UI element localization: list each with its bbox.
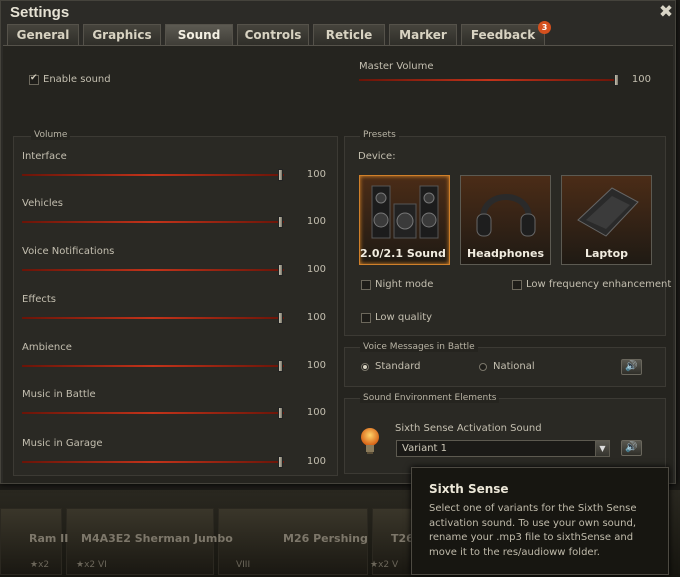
music-in-battle-value: 100 [306, 407, 326, 418]
tooltip-body: Select one of variants for the Sixth Sen… [429, 503, 637, 558]
sound-environment-group [344, 398, 666, 474]
effects-slider-handle[interactable] [278, 312, 283, 324]
window-title: Settings [10, 4, 70, 21]
settings-window: Settings ✖ General Graphics Sound Contro… [0, 0, 676, 484]
speaker-icon: 🔊 [625, 442, 638, 453]
voice-standard-radio[interactable] [361, 363, 369, 371]
music-in-battle-slider[interactable] [22, 412, 284, 414]
sound-environment-title: Sound Environment Elements [360, 393, 500, 403]
interface-label: Interface [22, 151, 67, 162]
voice-national-radio[interactable] [479, 363, 487, 371]
effects-slider[interactable] [22, 317, 284, 319]
night-mode-checkbox[interactable] [361, 280, 371, 290]
low-quality-label: Low quality [375, 312, 433, 323]
master-volume-value: 100 [631, 74, 651, 85]
volume-title: Volume [31, 130, 71, 140]
enable-sound-label: Enable sound [43, 74, 111, 85]
interface-slider[interactable] [22, 174, 284, 176]
carousel-tank-name: M26 Pershing [283, 532, 368, 545]
device-laptop-label: Laptop [585, 247, 628, 260]
presets-title: Presets [360, 130, 399, 140]
lightbulb-icon [361, 428, 379, 454]
music-in-garage-slider-handle[interactable] [278, 456, 283, 468]
vehicles-value: 100 [306, 216, 326, 227]
carousel-tank-name: M4A3E2 Sherman Jumbo [81, 532, 233, 545]
vehicles-slider[interactable] [22, 221, 284, 223]
carousel-tank-info: ★x2 [30, 560, 50, 570]
sixth-sense-dropdown-value: Variant 1 [402, 443, 448, 454]
carousel-tank-info: VIII [236, 560, 251, 570]
voice-notifications-slider[interactable] [22, 269, 284, 271]
carousel-tank-info: ★x2 V [370, 560, 399, 570]
tab-general[interactable]: General [7, 24, 79, 45]
sixth-sense-play-button[interactable]: 🔊 [621, 440, 642, 456]
speakers-icon [371, 185, 439, 239]
ambience-slider-handle[interactable] [278, 360, 283, 372]
music-in-battle-slider-handle[interactable] [278, 407, 283, 419]
sound-settings-panel: Enable sound Master Volume 100 Volume In… [3, 45, 673, 483]
headphones-icon [476, 194, 536, 237]
screen: Ram II M4A3E2 Sherman Jumbo M26 Pershing… [0, 0, 680, 577]
voice-standard-label: Standard [375, 361, 421, 372]
effects-label: Effects [22, 294, 56, 305]
master-volume-slider[interactable] [359, 79, 619, 81]
notification-badge: 3 [538, 21, 551, 34]
speaker-icon: 🔊 [625, 361, 638, 372]
device-speakers-label: 2.0/2.1 Sound Sy [360, 247, 449, 260]
close-icon[interactable]: ✖ [657, 3, 675, 21]
chevron-down-icon[interactable]: ▼ [595, 441, 609, 456]
vehicles-slider-handle[interactable] [278, 216, 283, 228]
tab-marker[interactable]: Marker [389, 24, 457, 45]
ambience-value: 100 [306, 360, 326, 371]
laptop-icon [577, 187, 639, 237]
carousel-tank-info: ★x2 VI [76, 560, 107, 570]
sixth-sense-label: Sixth Sense Activation Sound [395, 423, 542, 434]
ambience-slider[interactable] [22, 365, 284, 367]
interface-value: 100 [306, 169, 326, 180]
low-frequency-label: Low frequency enhancement [526, 279, 672, 290]
tab-graphics[interactable]: Graphics [83, 24, 161, 45]
carousel-tank-name: Ram II [29, 532, 69, 545]
tab-sound[interactable]: Sound [165, 24, 233, 46]
voice-notifications-label: Voice Notifications [22, 246, 115, 257]
music-in-garage-value: 100 [306, 456, 326, 467]
voice-play-button[interactable]: 🔊 [621, 359, 642, 375]
low-frequency-checkbox[interactable] [512, 280, 522, 290]
master-volume-label: Master Volume [359, 61, 434, 72]
tab-controls[interactable]: Controls [237, 24, 309, 45]
music-in-garage-slider[interactable] [22, 461, 284, 463]
night-mode-label: Night mode [375, 279, 434, 290]
enable-sound-checkbox[interactable] [29, 73, 39, 85]
tab-reticle[interactable]: Reticle [313, 24, 385, 45]
music-in-garage-label: Music in Garage [22, 438, 103, 449]
sixth-sense-tooltip: Sixth Sense Select one of variants for t… [411, 467, 669, 575]
effects-value: 100 [306, 312, 326, 323]
master-volume-handle[interactable] [614, 74, 619, 86]
ambience-label: Ambience [22, 342, 72, 353]
low-quality-checkbox[interactable] [361, 313, 371, 323]
device-label: Device: [358, 151, 396, 162]
sixth-sense-dropdown[interactable]: Variant 1 ▼ [396, 440, 610, 457]
device-laptop-button[interactable]: Laptop [561, 175, 652, 265]
tooltip-title: Sixth Sense [429, 482, 509, 496]
device-speakers-button[interactable]: 2.0/2.1 Sound Sy [359, 175, 450, 265]
voice-notifications-slider-handle[interactable] [278, 264, 283, 276]
volume-group [13, 136, 338, 476]
voice-messages-title: Voice Messages in Battle [360, 342, 478, 352]
voice-national-label: National [493, 361, 535, 372]
device-headphones-button[interactable]: Headphones [460, 175, 551, 265]
interface-slider-handle[interactable] [278, 169, 283, 181]
tab-feedback[interactable]: Feedback [461, 24, 545, 45]
tab-bar: General Graphics Sound Controls Reticle … [7, 24, 671, 46]
music-in-battle-label: Music in Battle [22, 389, 96, 400]
voice-notifications-value: 100 [306, 264, 326, 275]
device-headphones-label: Headphones [466, 247, 545, 260]
vehicles-label: Vehicles [22, 198, 63, 209]
